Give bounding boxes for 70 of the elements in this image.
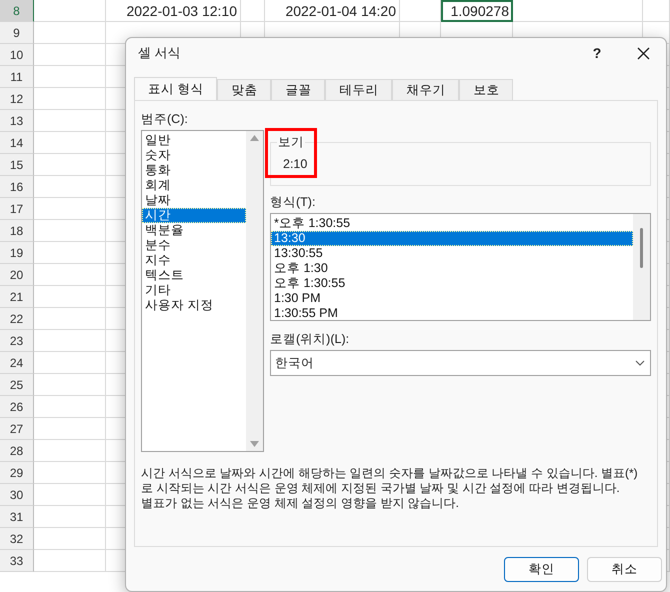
row-header[interactable]: 26: [0, 396, 34, 418]
tab[interactable]: 보호: [459, 79, 514, 100]
ok-button[interactable]: 확인: [504, 557, 579, 582]
row-header[interactable]: 23: [0, 330, 34, 352]
row-header[interactable]: 25: [0, 374, 34, 396]
category-item[interactable]: 숫자: [142, 148, 246, 163]
category-item[interactable]: 기타: [142, 283, 246, 298]
row-header[interactable]: 21: [0, 286, 34, 308]
row-header[interactable]: 29: [0, 462, 34, 484]
row-header[interactable]: 11: [0, 66, 34, 88]
row-header[interactable]: 20: [0, 264, 34, 286]
format-item[interactable]: 13:30: [271, 231, 633, 246]
format-item[interactable]: 오후 1:30: [271, 261, 633, 276]
cancel-button[interactable]: 취소: [587, 557, 662, 582]
row-header[interactable]: 24: [0, 352, 34, 374]
chevron-down-icon[interactable]: [635, 360, 645, 366]
locale-dropdown[interactable]: 한국어: [270, 350, 651, 376]
row-header[interactable]: 33: [0, 550, 34, 572]
row-header[interactable]: 10: [0, 44, 34, 66]
category-item[interactable]: 백분율: [142, 223, 246, 238]
close-icon[interactable]: [636, 46, 650, 60]
window-title: 셀 서식: [138, 44, 182, 62]
sample-value: 2:10: [283, 157, 308, 171]
format-item[interactable]: 13:30:55: [271, 246, 633, 261]
tab[interactable]: 테두리: [325, 79, 392, 100]
row-header[interactable]: 30: [0, 484, 34, 506]
row-header[interactable]: 14: [0, 132, 34, 154]
category-item[interactable]: 지수: [142, 253, 246, 268]
category-list[interactable]: 일반 숫자 통화 회계 날짜 시간 백분율 분수 지수 텍스트 기타 사용자 지정: [141, 130, 264, 452]
category-item[interactable]: 회계: [142, 178, 246, 193]
table-cell: 1.090278: [441, 0, 513, 22]
table-cell: 2022-01-03 12:10: [106, 0, 241, 22]
category-item[interactable]: 사용자 지정: [142, 298, 246, 313]
tab[interactable]: 글꼴: [271, 79, 326, 100]
category-item[interactable]: 일반: [142, 133, 246, 148]
scroll-thumb[interactable]: [640, 228, 643, 268]
category-item[interactable]: 통화: [142, 163, 246, 178]
category-item[interactable]: 시간: [142, 208, 246, 223]
category-item[interactable]: 텍스트: [142, 268, 246, 283]
row-header[interactable]: 15: [0, 154, 34, 176]
row-header[interactable]: 32: [0, 528, 34, 550]
row-header[interactable]: 13: [0, 110, 34, 132]
format-label: 형식(T):: [270, 194, 316, 211]
row-header[interactable]: 19: [0, 242, 34, 264]
category-label: 범주(C):: [141, 111, 189, 128]
row-header[interactable]: 16: [0, 176, 34, 198]
format-item[interactable]: 1:30:55 PM: [271, 306, 633, 321]
locale-label: 로캘(위치)(L):: [270, 331, 350, 348]
row-header[interactable]: 28: [0, 440, 34, 462]
row-header[interactable]: 31: [0, 506, 34, 528]
table-cell: 2022-01-04 14:20: [265, 0, 400, 22]
row-header[interactable]: 9: [0, 22, 34, 44]
tab[interactable]: 채우기: [392, 79, 460, 100]
category-item[interactable]: 분수: [142, 238, 246, 253]
row-header[interactable]: 27: [0, 418, 34, 440]
sample-label: 보기: [277, 134, 305, 151]
help-button[interactable]: ?: [574, 38, 620, 68]
format-item[interactable]: *오후 1:30:55: [271, 216, 633, 231]
category-item[interactable]: 날짜: [142, 193, 246, 208]
tab[interactable]: 표시 형식: [134, 77, 218, 100]
tab[interactable]: 맞춤: [217, 79, 272, 100]
description-text: 시간 서식으로 날짜와 시간에 해당하는 일련의 숫자를 날짜값으로 나타낼 수 있습니다. 별표(*) 로 시작되는 시간 서식은 운영 체제에 지정된 국가별 날짜 및 시간 설정에 따라 변경됩니다. 별표가 없는 서식은 운영 체제 설정의 영향을 받지 않습니다.: [141, 466, 639, 511]
row-header[interactable]: 12: [0, 88, 34, 110]
row-header[interactable]: 22: [0, 308, 34, 330]
row-header[interactable]: 18: [0, 220, 34, 242]
format-item[interactable]: 1:30 PM: [271, 291, 633, 306]
row-header[interactable]: 8: [0, 0, 34, 22]
row-header[interactable]: 17: [0, 198, 34, 220]
format-item[interactable]: 오후 1:30:55: [271, 276, 633, 291]
format-list[interactable]: *오후 1:30:55 13:30 13:30:55 오후 1:30 오후 1:30:55 1:30 PM 1:30:55 PM: [270, 213, 651, 321]
